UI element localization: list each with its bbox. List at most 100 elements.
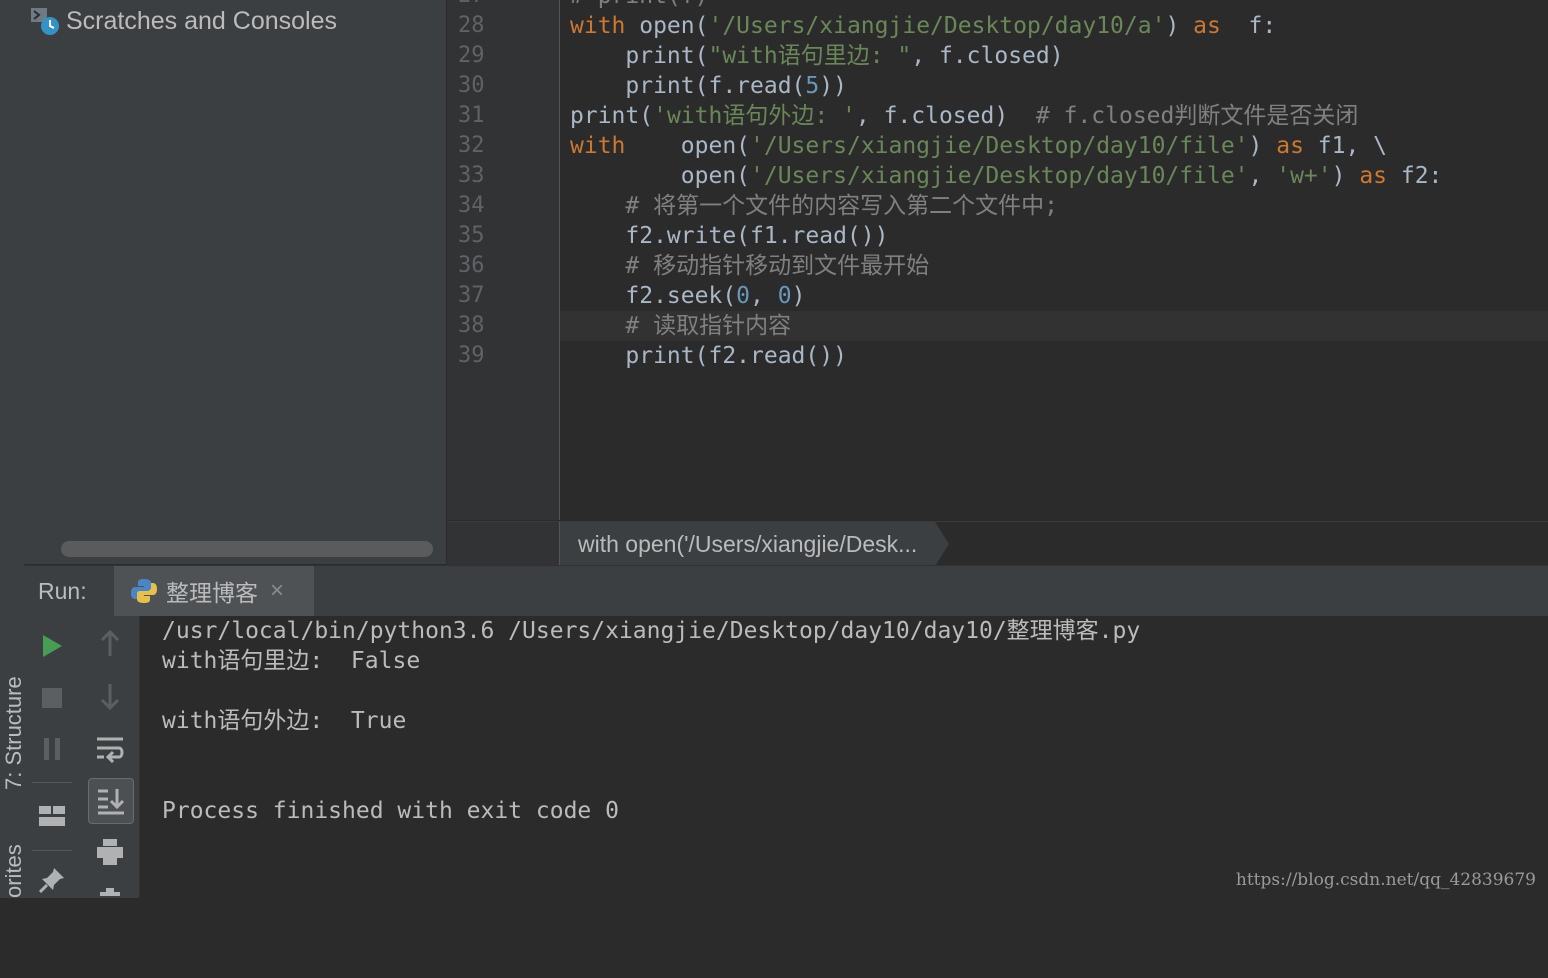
arrow-up-icon [100, 630, 120, 656]
stop-icon [42, 688, 62, 708]
code-editor[interactable]: # print(f) with open('/Users/xiangjie/De… [560, 0, 1548, 520]
code-keyword: as [1193, 13, 1221, 39]
code-string: "with语句里边: " [708, 43, 912, 69]
code-string: '/Users/xiangjie/Desktop/day10/a' [708, 13, 1166, 39]
favorites-tool-tab[interactable]: orites [0, 844, 26, 978]
code-line-36: # 移动指针移动到文件最开始 [570, 253, 930, 279]
code-text: open( [570, 163, 751, 189]
run-tab-title: 整理博客 [166, 580, 258, 606]
code-text: f2.seek( [570, 283, 737, 309]
soft-wrap-button[interactable] [90, 729, 130, 769]
code-keyword: with [570, 133, 626, 159]
code-line-32: with open('/Users/xiangjie/Desktop/day10… [570, 131, 1387, 161]
code-number: 0 [777, 283, 792, 309]
pause-icon [44, 738, 60, 760]
console-line: with语句外边: True [162, 708, 407, 734]
print-button[interactable] [90, 832, 130, 872]
toolbar-separator [32, 850, 72, 851]
code-text: ) [1165, 13, 1194, 39]
code-text: open( [625, 133, 751, 159]
code-comment: # f.closed判断文件是否关闭 [1035, 103, 1359, 129]
watermark: https://blog.csdn.net/qq_42839679 [1235, 870, 1536, 890]
code-text: print( [570, 43, 709, 69]
code-text: print(f.read( [570, 73, 806, 99]
code-line-27: # print(f) [570, 0, 708, 11]
code-text: ) [1248, 133, 1277, 159]
editor-gutter: 27 28 29 30 31 32 33 34 35 36 37 38 39 [447, 0, 560, 520]
line-number: 27 [458, 0, 485, 11]
layout-icon [39, 806, 65, 826]
breadcrumb-gutter [447, 522, 560, 566]
line-number: 31 [458, 103, 485, 128]
scratches-and-consoles-node[interactable]: Scratches and Consoles [30, 6, 337, 36]
run-console-output[interactable]: /usr/local/bin/python3.6 /Users/xiangjie… [140, 616, 1548, 898]
toolbar-separator [32, 782, 72, 783]
code-text: f: [1220, 13, 1277, 39]
arrow-down-icon [100, 684, 120, 710]
code-line-35: f2.write(f1.read()) [570, 223, 889, 249]
code-line-29: print("with语句里边: ", f.closed) [570, 41, 1064, 71]
code-line-39: print(f2.read()) [570, 343, 847, 369]
close-icon[interactable]: × [270, 577, 284, 605]
soft-wrap-icon [97, 737, 124, 763]
console-line: with语句里边: False [162, 648, 421, 674]
line-number: 29 [458, 43, 485, 68]
trash-icon [100, 888, 120, 896]
line-number: 39 [458, 343, 485, 368]
pin-tab-button[interactable] [32, 860, 72, 900]
code-text: ) [791, 283, 806, 309]
line-number: 33 [458, 163, 485, 188]
project-horizontal-scrollbar[interactable] [61, 541, 433, 557]
code-keyword: as [1359, 163, 1388, 189]
code-string: 'w+' [1276, 163, 1332, 189]
code-text: , [750, 283, 778, 309]
pause-button[interactable] [32, 729, 72, 769]
code-line-30: print(f.read(5)) [570, 71, 847, 101]
breadcrumb-bar: with open('/Users/xiangjie/Desk... [447, 521, 1548, 566]
code-line-34: # 将第一个文件的内容写入第二个文件中; [570, 193, 1058, 219]
left-tool-stripe: 7: Structure orites [0, 0, 26, 898]
code-text: print( [570, 103, 654, 129]
line-number: 35 [458, 223, 485, 248]
scratches-label: Scratches and Consoles [66, 6, 337, 35]
pin-icon [38, 868, 64, 894]
code-text: , [1248, 163, 1277, 189]
line-number: 38 [458, 313, 485, 338]
code-number: 5 [805, 73, 820, 99]
code-string: '/Users/xiangjie/Desktop/day10/file' [750, 163, 1249, 189]
next-occurrence-button[interactable] [90, 676, 130, 716]
line-number: 34 [458, 193, 485, 218]
code-line-31: print('with语句外边: ', f.closed) # f.closed… [570, 101, 1358, 131]
code-text: f1, \ [1303, 133, 1388, 159]
code-text: )) [819, 73, 847, 99]
scroll-to-end-icon [98, 789, 125, 815]
layout-button[interactable] [32, 796, 72, 836]
line-number: 36 [458, 253, 485, 278]
project-panel: Scratches and Consoles [24, 0, 447, 564]
run-tab[interactable]: 整理博客 × [114, 566, 314, 616]
line-number: 28 [458, 13, 485, 38]
print-icon [97, 839, 123, 865]
code-keyword: with [570, 13, 626, 39]
console-line: /usr/local/bin/python3.6 /Users/xiangjie… [162, 618, 1141, 644]
breadcrumb[interactable]: with open('/Users/xiangjie/Desk... [560, 522, 950, 566]
line-number: 32 [458, 133, 485, 158]
stop-button[interactable] [32, 678, 72, 718]
code-text: open( [625, 13, 709, 39]
code-text: , f.closed) [911, 43, 1064, 69]
rerun-button[interactable] [32, 626, 72, 666]
code-line-28: with open('/Users/xiangjie/Desktop/day10… [570, 11, 1276, 41]
code-line-37: f2.seek(0, 0) [570, 281, 805, 311]
previous-occurrence-button[interactable] [90, 624, 130, 664]
code-line-33: open('/Users/xiangjie/Desktop/day10/file… [570, 161, 1443, 191]
code-line-38: # 读取指针内容 [570, 313, 792, 339]
code-keyword: as [1276, 133, 1304, 159]
run-toolbar [24, 616, 140, 898]
clear-all-button[interactable] [90, 878, 130, 918]
code-number: 0 [736, 283, 751, 309]
run-label: Run: [38, 578, 87, 604]
code-text: ) [1331, 163, 1360, 189]
run-tool-window-header: Run: 整理博客 × [24, 565, 1548, 617]
scroll-to-end-button[interactable] [88, 778, 134, 824]
code-string: '/Users/xiangjie/Desktop/day10/file' [750, 133, 1249, 159]
